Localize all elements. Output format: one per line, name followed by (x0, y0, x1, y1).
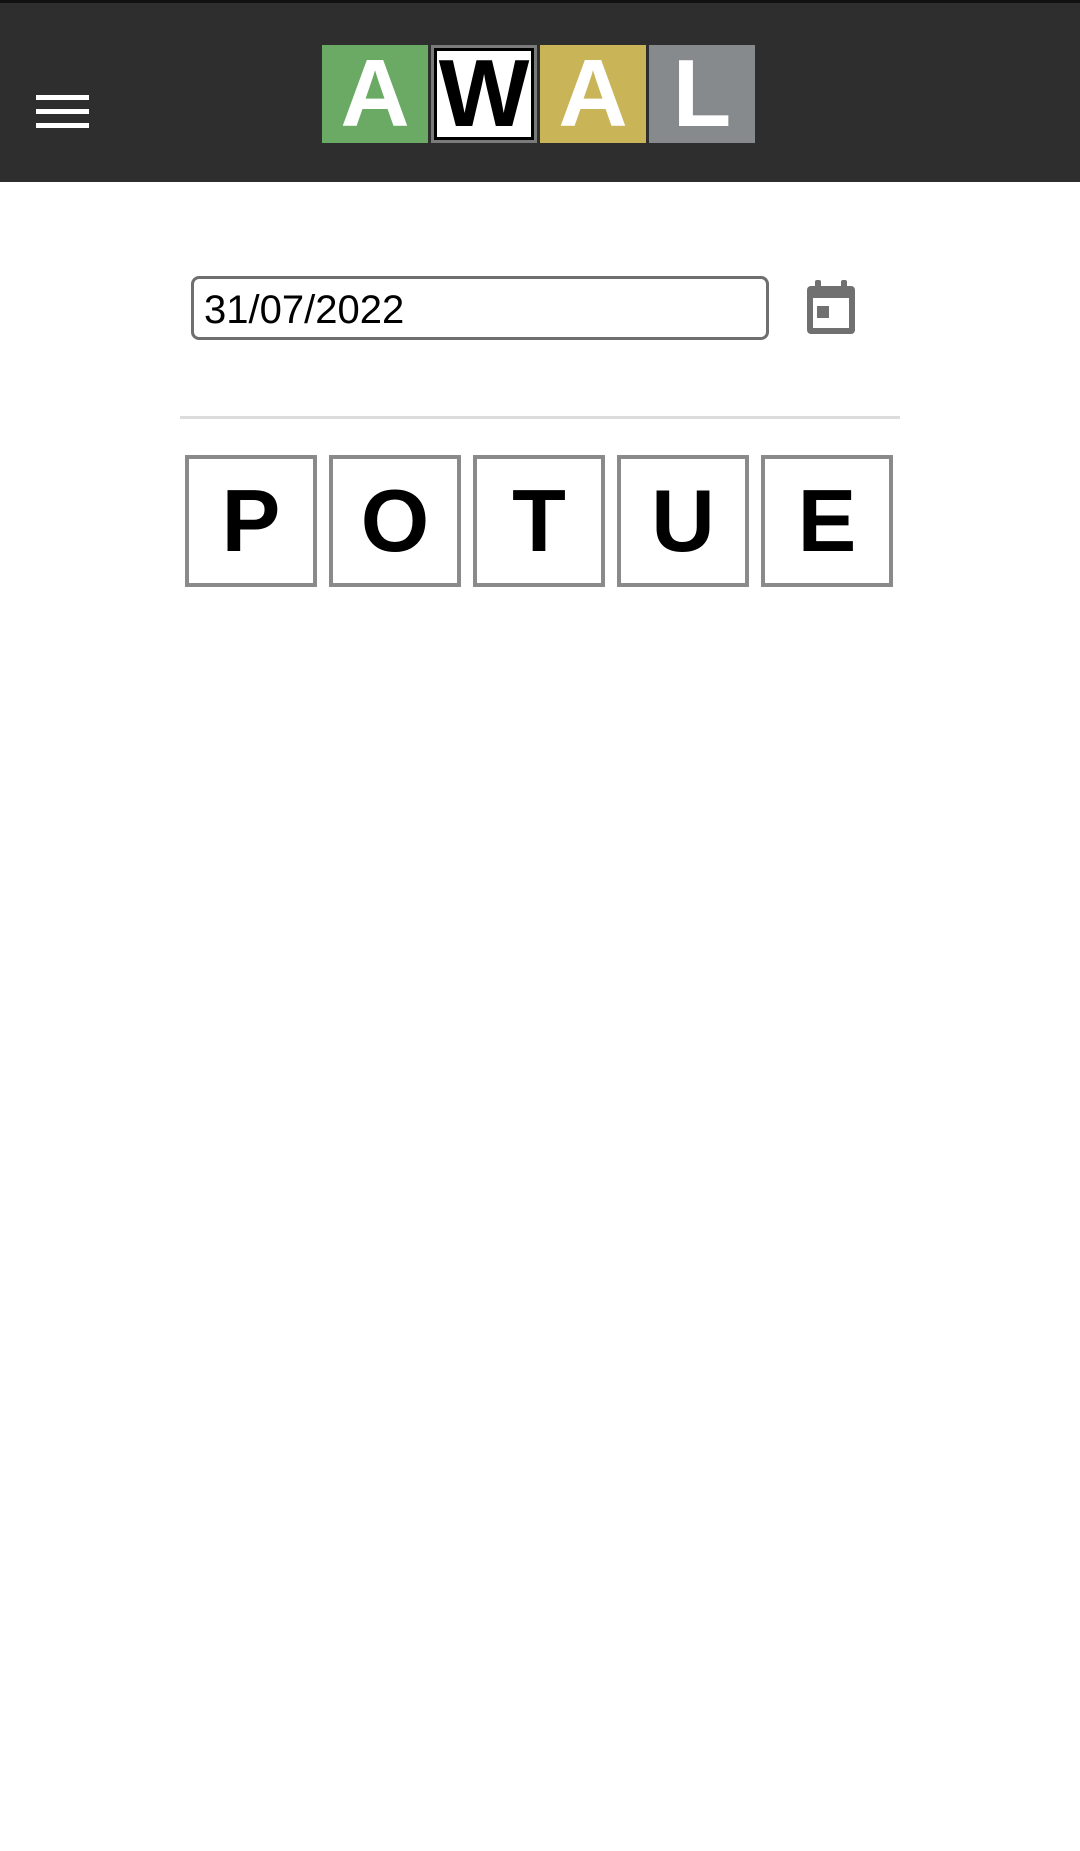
logo-tile-letter: W (434, 46, 534, 142)
date-input[interactable] (191, 276, 769, 340)
calendar-icon[interactable] (801, 278, 861, 338)
letter-tile: T (473, 455, 605, 587)
logo-tile: A (322, 45, 428, 143)
app-header: A W A L (0, 0, 1080, 182)
menu-icon[interactable] (26, 83, 100, 141)
logo-tile: L (649, 45, 755, 143)
letter-tile: U (617, 455, 749, 587)
word-tiles: P O T U E (185, 455, 893, 587)
letter-tile: P (185, 455, 317, 587)
letter-tile: O (329, 455, 461, 587)
logo-tile: W (431, 45, 537, 143)
logo-tile: A (540, 45, 646, 143)
letter-tile: E (761, 455, 893, 587)
app-logo: A W A L (322, 45, 755, 143)
divider (180, 416, 900, 419)
date-row (191, 276, 891, 340)
